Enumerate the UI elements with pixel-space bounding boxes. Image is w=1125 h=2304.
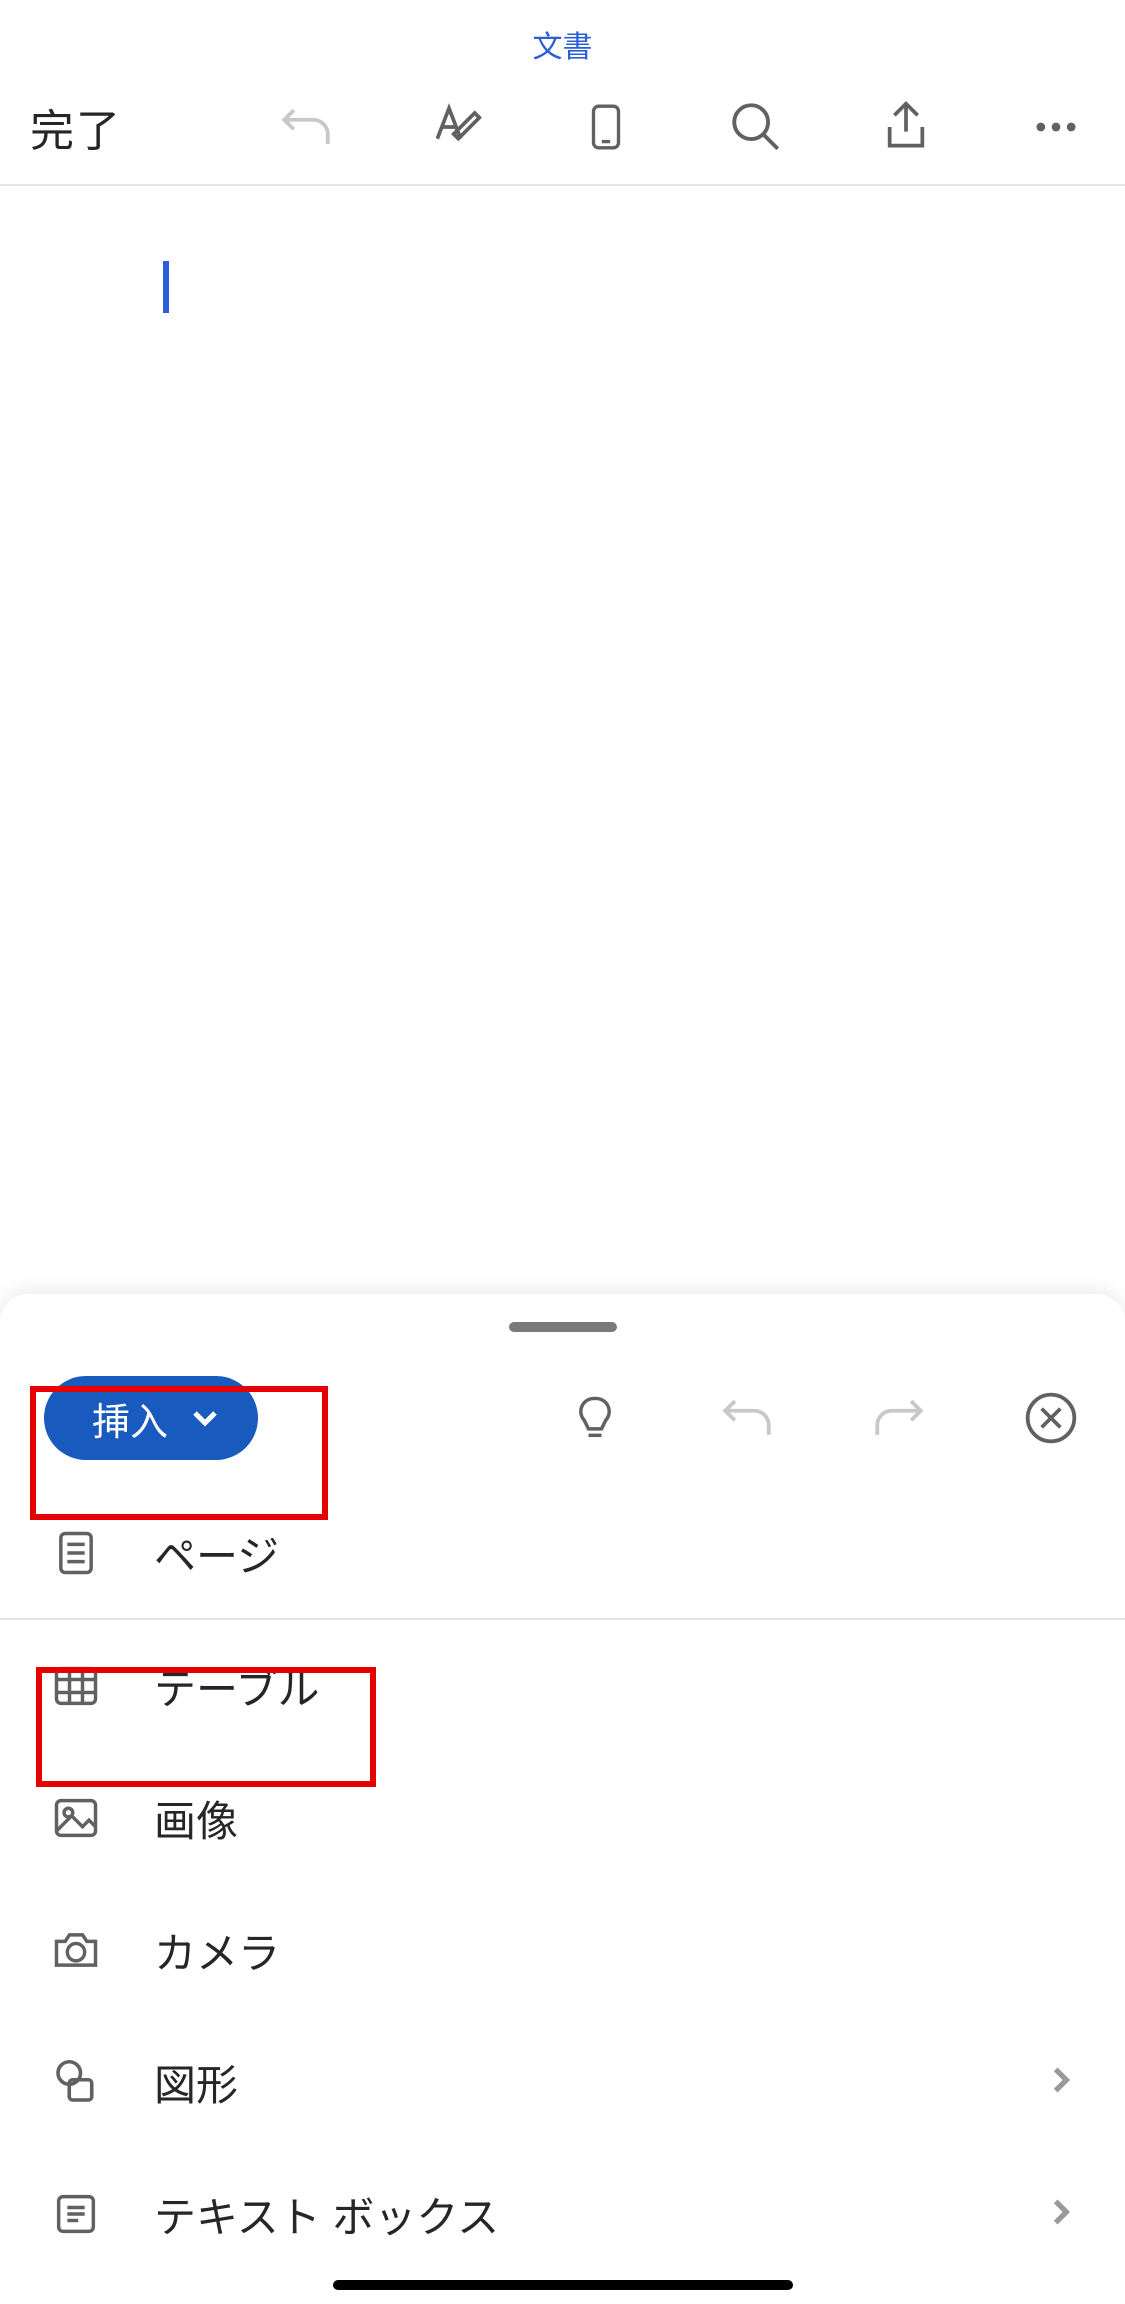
mobile-view-icon[interactable]	[577, 98, 635, 156]
close-panel-icon[interactable]	[1021, 1388, 1081, 1448]
menu-item-image[interactable]: 画像	[0, 1752, 1125, 1884]
document-canvas[interactable]	[0, 186, 1125, 1294]
menu-label: カメラ	[154, 1920, 280, 1981]
menu-item-textbox[interactable]: テキスト ボックス	[0, 2148, 1125, 2280]
camera-icon	[48, 1922, 104, 1978]
search-icon[interactable]	[727, 98, 785, 156]
menu-label: 画像	[154, 1788, 238, 1849]
image-icon	[48, 1790, 104, 1846]
panel-redo-icon[interactable]	[869, 1388, 929, 1448]
share-icon[interactable]	[877, 98, 935, 156]
menu-label: テーブル	[154, 1656, 319, 1717]
text-format-icon[interactable]	[427, 98, 485, 156]
top-toolbar: 完了	[0, 70, 1125, 186]
panel-drag-handle[interactable]	[509, 1322, 617, 1332]
shapes-icon	[48, 2054, 104, 2110]
menu-item-table[interactable]: テーブル	[0, 1620, 1125, 1752]
insert-label: 挿入	[92, 1391, 168, 1446]
table-icon	[48, 1658, 104, 1714]
menu-label: ページ	[154, 1523, 279, 1584]
more-icon[interactable]	[1027, 98, 1085, 156]
lightbulb-icon[interactable]	[565, 1388, 625, 1448]
panel-undo-icon[interactable]	[717, 1388, 777, 1448]
menu-label: テキスト ボックス	[154, 2184, 499, 2245]
menu-item-shapes[interactable]: 図形	[0, 2016, 1125, 2148]
insert-dropdown[interactable]: 挿入	[44, 1376, 258, 1460]
textbox-icon	[48, 2186, 104, 2242]
home-indicator[interactable]	[333, 2280, 793, 2290]
menu-item-page[interactable]: ページ	[0, 1488, 1125, 1620]
chevron-right-icon	[1045, 2058, 1077, 2106]
insert-menu: ページ テーブル 画像 カメラ 図形	[0, 1488, 1125, 2280]
insert-panel: 挿入 ページ	[0, 1294, 1125, 2304]
text-cursor	[163, 261, 169, 313]
page-icon	[48, 1525, 104, 1581]
menu-label: 図形	[154, 2052, 238, 2113]
done-button[interactable]: 完了	[30, 95, 122, 159]
document-title: 文書	[0, 0, 1125, 70]
menu-item-camera[interactable]: カメラ	[0, 1884, 1125, 2016]
undo-icon[interactable]	[277, 98, 335, 156]
chevron-right-icon	[1045, 2190, 1077, 2238]
